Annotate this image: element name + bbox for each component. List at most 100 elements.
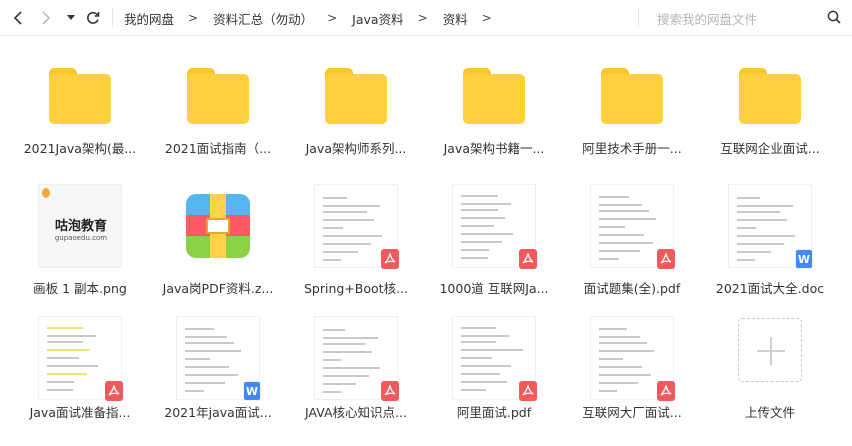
- text-line: [599, 366, 642, 368]
- search-icon[interactable]: [827, 10, 841, 24]
- file-item[interactable]: W 2021年java面试...: [153, 316, 283, 421]
- toolbar: 我的网盘 > 资料汇总（勿动） > Java资料 > 资料 > 搜索我的网盘文件: [0, 0, 852, 36]
- file-name: Java面试准备指...: [29, 405, 131, 420]
- text-line: [323, 391, 341, 393]
- text-line: [599, 234, 644, 236]
- toolbar-divider: [112, 9, 113, 27]
- image-thumbnail: 咕泡教育 gupaoedu.com: [38, 184, 122, 268]
- file-name: 2021年java面试...: [164, 405, 272, 420]
- folder-icon: [187, 68, 249, 124]
- breadcrumb-item-summary[interactable]: 资料汇总（勿动）: [213, 9, 313, 28]
- folder-icon-body: [601, 74, 663, 124]
- text-line: [323, 351, 372, 353]
- pdf-icon: [381, 249, 399, 269]
- plus-icon-v: [770, 337, 772, 365]
- breadcrumb-item-java[interactable]: Java资料: [352, 9, 403, 28]
- file-item[interactable]: Java岗PDF资料.z...: [153, 182, 283, 297]
- pdf-icon: [381, 381, 399, 401]
- file-item[interactable]: Spring+Boot核...: [291, 182, 421, 297]
- file-item[interactable]: W 2021面试大全.doc: [705, 182, 835, 297]
- folder-item[interactable]: 阿里技术手册一...: [567, 36, 697, 157]
- text-line: [461, 365, 511, 367]
- folder-item[interactable]: 2021面试指南（...: [153, 36, 283, 157]
- brand-logo-sub: gupaoedu.com: [54, 234, 108, 242]
- folder-item[interactable]: Java架构书籍一...: [429, 36, 559, 157]
- chevron-right-icon: [42, 11, 51, 25]
- file-name: 互联网大厂面试...: [582, 405, 682, 420]
- text-line: [461, 257, 488, 259]
- pdf-icon: [519, 381, 537, 401]
- text-line: [461, 195, 498, 197]
- text-line: [185, 336, 227, 338]
- text-line: [599, 218, 656, 220]
- file-item[interactable]: 面试题集(全).pdf: [567, 182, 697, 297]
- text-line: [323, 375, 369, 377]
- upload-button[interactable]: 上传文件: [705, 316, 835, 421]
- back-button[interactable]: [6, 0, 30, 36]
- acrobat-glyph: [660, 253, 672, 264]
- text-line: [323, 235, 382, 237]
- file-name: 2021面试指南（...: [164, 141, 272, 156]
- text-line: [47, 341, 83, 343]
- text-line: [599, 250, 640, 252]
- text-line: [47, 381, 74, 383]
- text-line: [599, 242, 653, 244]
- text-line: [185, 374, 238, 376]
- acrobat-glyph: [384, 385, 396, 396]
- text-line: [599, 382, 638, 384]
- folder-item[interactable]: 2021Java架构(最...: [15, 36, 145, 157]
- file-name: 2021面试大全.doc: [715, 281, 825, 296]
- text-line: [737, 197, 760, 199]
- text-line: [47, 327, 83, 329]
- chevron-left-icon: [13, 11, 22, 25]
- file-name: 阿里技术手册一...: [582, 141, 682, 156]
- text-line: [461, 381, 507, 383]
- history-dropdown-button[interactable]: [62, 0, 80, 36]
- breadcrumb-item-home[interactable]: 我的网盘: [124, 9, 174, 28]
- folder-icon: [739, 68, 801, 124]
- text-line: [599, 226, 625, 228]
- refresh-button[interactable]: [82, 0, 104, 36]
- file-item[interactable]: JAVA核心知识点...: [291, 316, 421, 421]
- text-line: [323, 211, 367, 213]
- breadcrumb-item-current[interactable]: 资料: [443, 9, 468, 28]
- folder-item[interactable]: Java架构师系列...: [291, 36, 421, 157]
- text-line: [323, 359, 341, 361]
- file-item[interactable]: 互联网大厂面试...: [567, 316, 697, 421]
- folder-item[interactable]: 互联网企业面试...: [705, 36, 835, 157]
- word-doc-icon: W: [243, 381, 261, 401]
- search-input[interactable]: 搜索我的网盘文件: [657, 0, 847, 36]
- file-item[interactable]: Java面试准备指...: [15, 316, 145, 421]
- file-name: 画板 1 副本.png: [33, 281, 127, 296]
- caret-down-icon: [67, 15, 75, 20]
- file-name: 2021Java架构(最...: [23, 141, 137, 156]
- text-line: [185, 342, 234, 344]
- acrobat-glyph: [522, 385, 534, 396]
- text-line: [461, 357, 492, 359]
- document-thumbnail: [314, 184, 399, 269]
- file-item[interactable]: 1000道 互联网Ja...: [429, 182, 559, 297]
- text-line: [323, 227, 343, 229]
- folder-icon-body: [325, 74, 387, 124]
- text-line: [47, 365, 98, 367]
- text-line: [461, 327, 496, 329]
- text-line: [599, 210, 649, 212]
- folder-icon: [463, 68, 525, 124]
- file-item[interactable]: 咕泡教育 gupaoedu.com 画板 1 副本.png: [15, 182, 145, 297]
- breadcrumb-separator: >: [417, 11, 428, 25]
- folder-icon: [49, 68, 111, 124]
- text-line: [47, 389, 73, 391]
- text-line: [323, 205, 380, 207]
- text-line: [599, 258, 619, 260]
- folder-icon: [325, 68, 387, 124]
- breadcrumb-separator: >: [481, 11, 492, 25]
- file-name: 1000道 互联网Ja...: [439, 281, 549, 296]
- text-line: [323, 343, 365, 345]
- text-line: [185, 350, 241, 352]
- file-item[interactable]: 阿里面试.pdf: [429, 316, 559, 421]
- text-line: [185, 358, 210, 360]
- forward-button[interactable]: [34, 0, 58, 36]
- text-line: [461, 349, 523, 351]
- text-line: [461, 225, 494, 227]
- text-line: [323, 337, 378, 339]
